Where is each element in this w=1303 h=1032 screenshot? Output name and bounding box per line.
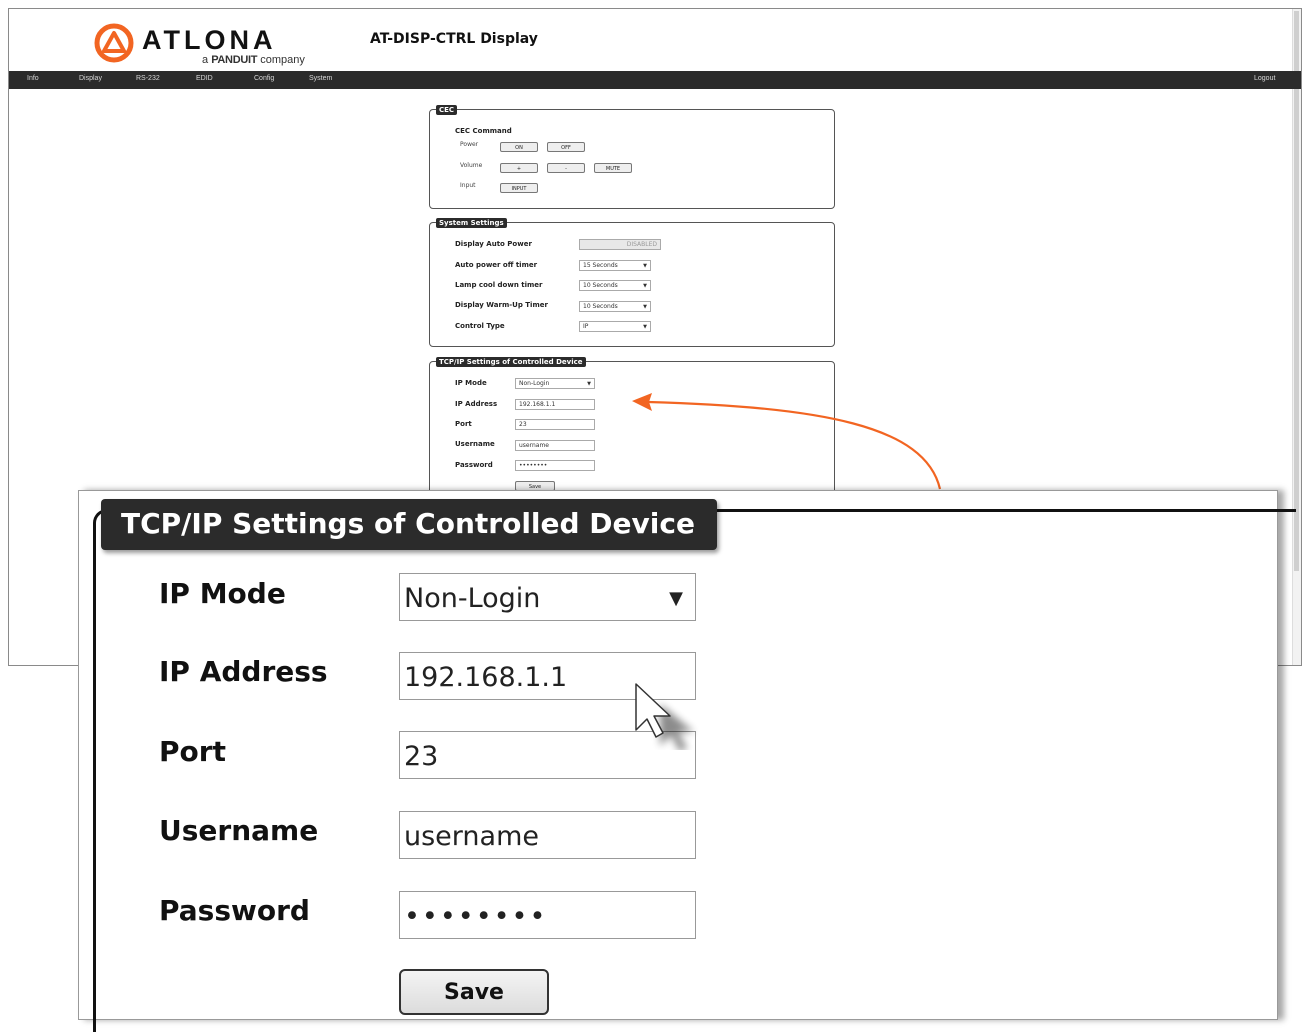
password-input-small[interactable]: ••••••••: [515, 460, 595, 471]
nav-item-edid[interactable]: EDID: [196, 75, 213, 82]
auto-power-off-timer-select[interactable]: 15 Seconds ▼: [579, 260, 651, 271]
power-off-button[interactable]: OFF: [547, 142, 585, 152]
ip-mode-label: IP Mode: [159, 577, 286, 610]
display-auto-power-toggle[interactable]: DISABLED: [579, 239, 661, 250]
chevron-down-icon: ▼: [669, 588, 683, 609]
lamp-cool-down-timer-label: Lamp cool down timer: [455, 281, 543, 289]
ip-address-input-small[interactable]: 192.168.1.1: [515, 399, 595, 410]
username-input-small[interactable]: username: [515, 440, 595, 451]
display-auto-power-label: Display Auto Power: [455, 240, 532, 248]
control-type-label: Control Type: [455, 322, 505, 330]
cec-panel: CEC CEC Command Power ON OFF Volume + - …: [429, 105, 835, 209]
callout-arrow-icon: [632, 393, 942, 490]
power-on-button[interactable]: ON: [500, 142, 538, 152]
port-input-small[interactable]: 23: [515, 419, 595, 430]
chevron-down-icon: ▼: [643, 304, 647, 310]
tcpip-legend-small: TCP/IP Settings of Controlled Device: [436, 357, 586, 367]
input-label: Input: [460, 182, 476, 189]
cec-command-heading: CEC Command: [455, 127, 512, 135]
auto-power-off-timer-label: Auto power off timer: [455, 261, 538, 269]
display-warm-up-timer-label: Display Warm-Up Timer: [455, 301, 548, 309]
mouse-cursor-icon: [635, 683, 694, 750]
port-label: Port: [159, 735, 226, 768]
port-label-small: Port: [455, 420, 472, 428]
system-settings-panel: System Settings Display Auto Power DISAB…: [429, 218, 835, 347]
tcpip-zoom-callout: TCP/IP Settings of Controlled Device IP …: [78, 490, 1296, 1032]
control-type-select[interactable]: IP ▼: [579, 321, 651, 332]
display-warm-up-timer-select[interactable]: 10 Seconds ▼: [579, 301, 651, 312]
power-label: Power: [460, 141, 479, 148]
scrollbar-thumb[interactable]: [1294, 11, 1299, 571]
password-input[interactable]: ••••••••: [399, 891, 696, 939]
username-label: Username: [159, 814, 319, 847]
logo-subtitle: a PANDUIT company: [202, 54, 305, 66]
chevron-down-icon: ▼: [643, 263, 647, 269]
nav-item-config[interactable]: Config: [254, 75, 274, 82]
ip-mode-select-small[interactable]: Non-Login ▼: [515, 378, 595, 389]
mute-button[interactable]: MUTE: [594, 163, 632, 173]
page-title: AT-DISP-CTRL Display: [370, 31, 538, 47]
nav-item-display[interactable]: Display: [79, 75, 102, 82]
password-label-small: Password: [455, 461, 493, 469]
chevron-down-icon: ▼: [643, 324, 647, 330]
ip-mode-label-small: IP Mode: [455, 379, 487, 387]
cec-legend: CEC: [436, 105, 458, 115]
top-nav-bar: Info Display RS-232 EDID Config System L…: [9, 71, 1301, 89]
nav-item-info[interactable]: Info: [27, 75, 39, 82]
input-button[interactable]: INPUT: [500, 183, 538, 193]
ip-mode-select[interactable]: Non-Login ▼: [399, 573, 696, 621]
logo-wordmark: ATLONA: [142, 25, 277, 55]
nav-item-system[interactable]: System: [309, 75, 332, 82]
nav-item-rs232[interactable]: RS-232: [136, 75, 160, 82]
chevron-down-icon: ▼: [643, 283, 647, 289]
volume-label: Volume: [460, 162, 483, 169]
save-button[interactable]: Save: [399, 969, 549, 1015]
volume-up-button[interactable]: +: [500, 163, 538, 173]
volume-down-button[interactable]: -: [547, 163, 585, 173]
chevron-down-icon: ▼: [587, 381, 591, 387]
ip-address-label: IP Address: [159, 655, 328, 688]
username-input[interactable]: username: [399, 811, 696, 859]
password-label: Password: [159, 894, 310, 927]
lamp-cool-down-timer-select[interactable]: 10 Seconds ▼: [579, 280, 651, 291]
ip-address-label-small: IP Address: [455, 400, 498, 408]
tcpip-legend: TCP/IP Settings of Controlled Device: [101, 499, 717, 550]
system-settings-legend: System Settings: [436, 218, 507, 228]
username-label-small: Username: [455, 440, 495, 448]
atlona-logo-mark-icon: [94, 23, 134, 63]
logout-link[interactable]: Logout: [1254, 75, 1275, 82]
